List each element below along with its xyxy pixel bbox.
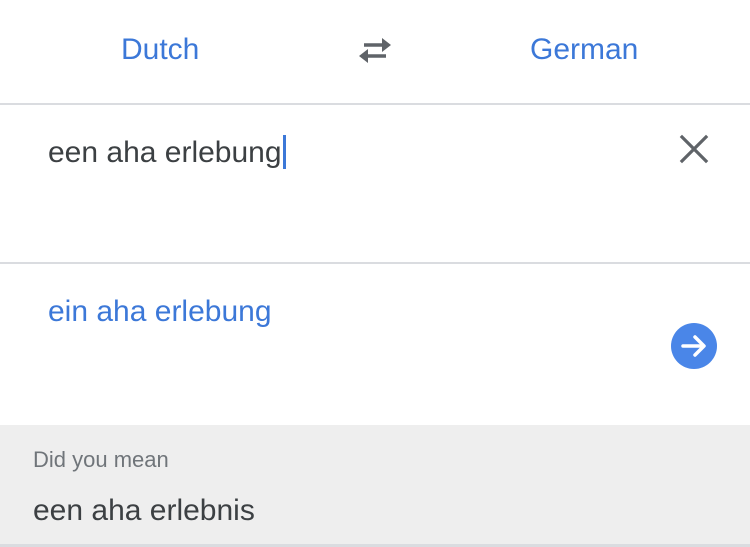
source-language-button[interactable]: Dutch xyxy=(121,28,199,72)
text-caret xyxy=(282,135,286,170)
translate-app: Dutch German een aha erlebung ein aha er… xyxy=(0,0,750,547)
did-you-mean-label: Did you mean xyxy=(33,447,169,472)
source-input-area[interactable]: een aha erlebung xyxy=(0,107,750,264)
translation-text[interactable]: ein aha erlebung xyxy=(48,290,272,334)
did-you-mean-panel: Did you mean een aha erlebnis xyxy=(0,425,750,547)
translation-result-area: ein aha erlebung xyxy=(0,266,750,425)
suggested-correction[interactable]: een aha erlebnis xyxy=(33,491,255,531)
target-language-button[interactable]: German xyxy=(530,28,638,72)
arrow-right-circle-icon xyxy=(681,335,706,357)
source-text-input[interactable]: een aha erlebung xyxy=(48,131,286,175)
swap-languages-button[interactable] xyxy=(352,30,398,70)
source-text-value: een aha erlebung xyxy=(48,136,282,169)
swap-arrows-icon xyxy=(359,38,391,63)
language-bar: Dutch German xyxy=(0,0,750,105)
close-icon xyxy=(679,134,709,164)
clear-input-button[interactable] xyxy=(672,127,716,171)
open-translation-button[interactable] xyxy=(671,323,717,369)
